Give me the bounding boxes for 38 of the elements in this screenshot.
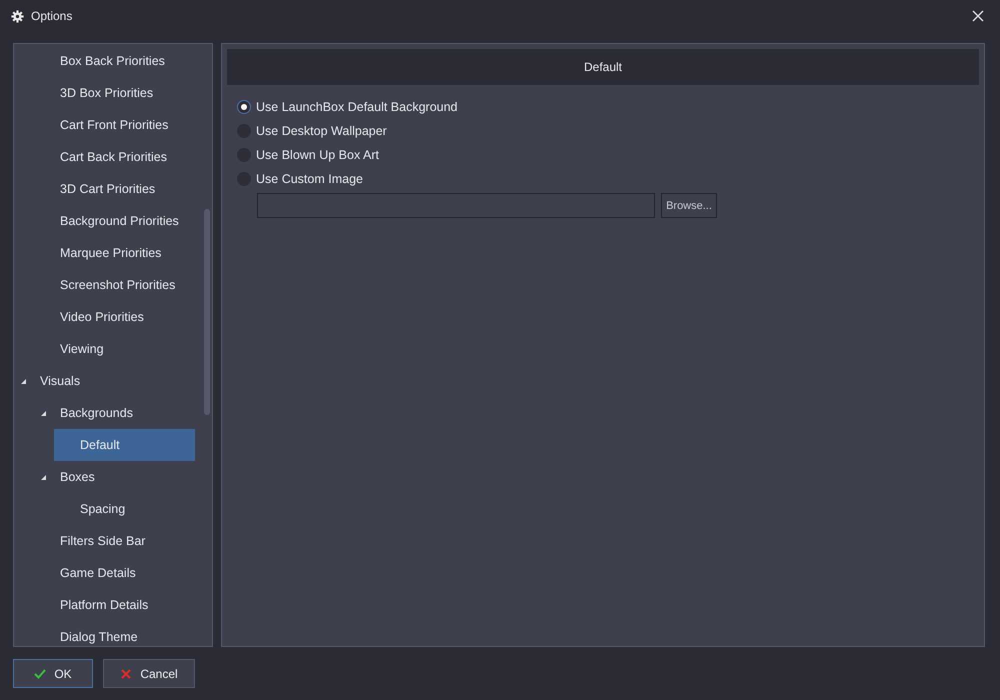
expanded-triangle-icon[interactable] [21,378,26,384]
tree-item[interactable]: Background Priorities [54,205,179,237]
tree-item[interactable]: Backgrounds [54,397,133,429]
check-icon [34,668,46,680]
gear-icon [11,10,24,22]
tree-item[interactable]: Game Details [54,557,136,589]
tree-item[interactable]: Default [54,429,195,461]
tree-item[interactable]: Cart Front Priorities [54,109,168,141]
scrollbar-thumb[interactable] [204,209,210,415]
tree-item[interactable]: Viewing [54,333,104,365]
tree-item[interactable]: 3D Cart Priorities [54,173,156,205]
tree-item[interactable]: 3D Box Priorities [54,77,154,109]
window-title: Options [31,9,72,23]
tree-item[interactable]: Box Back Priorities [54,45,165,77]
tree-item[interactable]: Boxes [54,461,95,493]
tree-item[interactable]: Screenshot Priorities [54,269,176,301]
tree-item[interactable]: Dialog Theme [54,621,138,646]
expanded-triangle-icon[interactable] [41,474,46,480]
panel-header: Default [227,49,979,85]
cancel-button[interactable]: Cancel [103,659,195,688]
expanded-triangle-icon[interactable] [41,410,46,416]
cross-icon [120,668,132,680]
tree-item[interactable]: Filters Side Bar [54,525,146,557]
tree-item[interactable]: Video Priorities [54,301,144,333]
option-label[interactable]: Use LaunchBox Default Background [256,100,458,114]
tree-item[interactable]: Cart Back Priorities [54,141,167,173]
tree-item[interactable]: Visuals [34,365,80,397]
tree-item[interactable]: Spacing [74,493,126,525]
option-label[interactable]: Use Desktop Wallpaper [256,124,387,138]
option-label[interactable]: Use Custom Image [256,172,363,186]
close-icon[interactable] [972,10,984,22]
tree-item[interactable]: Marquee Priorities [54,237,162,269]
browse-button[interactable]: Browse... [661,193,717,218]
input-field[interactable] [257,193,655,218]
radio-button[interactable] [237,100,251,114]
tree-item[interactable]: Platform Details [54,589,148,621]
ok-button[interactable]: OK [13,659,93,688]
option-label[interactable]: Use Blown Up Box Art [256,148,379,162]
